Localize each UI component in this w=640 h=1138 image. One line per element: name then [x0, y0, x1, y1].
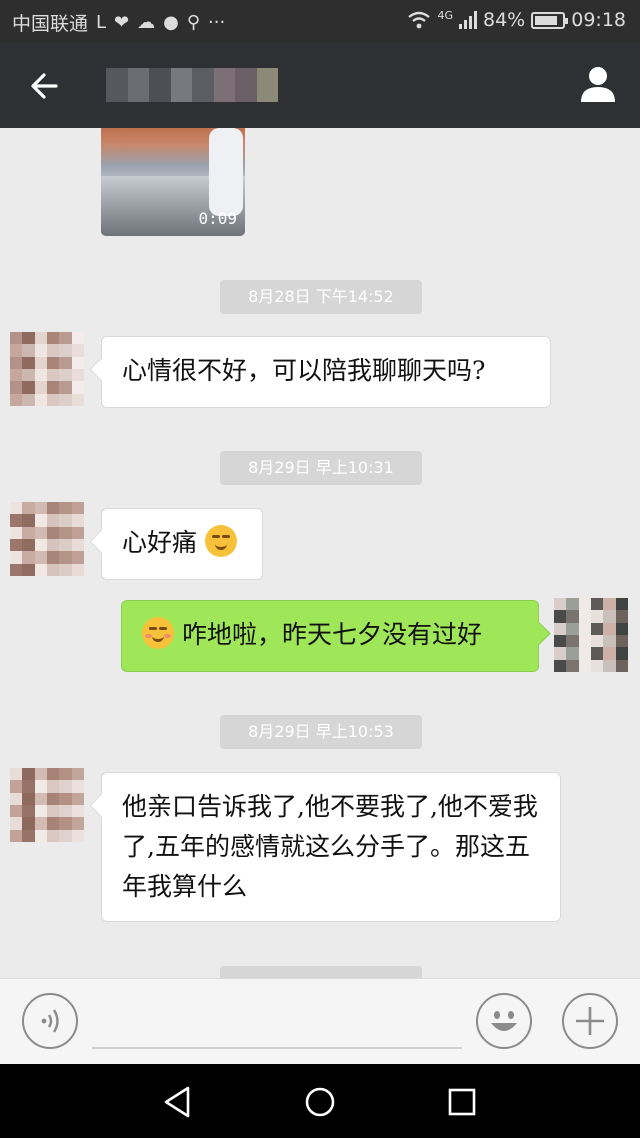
- key-icon: ⚲: [186, 11, 201, 33]
- message-bubble-incoming[interactable]: 心情很不好，可以陪我聊聊天吗?: [101, 336, 551, 408]
- chat-message-list[interactable]: 0:09 8月28日 下午14:52 心情很不好，可以陪我聊聊天吗? 8月29日…: [0, 128, 640, 978]
- triangle-back-icon[interactable]: [158, 1082, 198, 1122]
- message-text: 心情很不好，可以陪我聊聊天吗?: [122, 356, 486, 385]
- timestamp-partial: [220, 966, 422, 978]
- message-input[interactable]: [92, 999, 462, 1049]
- square-recents-icon[interactable]: [442, 1082, 482, 1122]
- carrier-label: 中国联通: [12, 13, 89, 35]
- message-bubble-incoming[interactable]: 心好痛: [101, 508, 263, 580]
- circle-home-icon[interactable]: [300, 1082, 340, 1122]
- video-message[interactable]: 0:09: [101, 128, 245, 236]
- person-icon[interactable]: [578, 64, 618, 104]
- network-label: 4G: [437, 8, 453, 22]
- battery-icon: [531, 11, 569, 29]
- arrow-left-icon[interactable]: [22, 64, 66, 108]
- message-text: 他亲口告诉我了,他不要我了,他不爱我了,五年的感情就这么分手了。那这五年我算什么: [122, 792, 538, 901]
- clock: 09:18: [571, 9, 626, 31]
- message-bubble-incoming[interactable]: 他亲口告诉我了,他不要我了,他不爱我了,五年的感情就这么分手了。那这五年我算什么: [101, 772, 561, 922]
- voice-icon: [41, 1009, 59, 1033]
- plus-icon: [576, 1007, 604, 1035]
- chat-header: [0, 42, 640, 128]
- battery-percent: 84%: [483, 9, 526, 31]
- timestamp: 8月29日 早上10:53: [220, 715, 422, 749]
- wechat-icon: ●: [163, 11, 179, 33]
- timestamp: 8月28日 下午14:52: [220, 280, 422, 314]
- message-text: 咋地啦，昨天七夕没有过好: [181, 620, 482, 649]
- timestamp: 8月29日 早上10:31: [220, 451, 422, 485]
- input-bar: [0, 978, 640, 1064]
- wifi-icon: [408, 11, 431, 29]
- video-duration: 0:09: [198, 209, 237, 228]
- crying-emoji-icon: [204, 525, 237, 557]
- more-options-button[interactable]: [562, 993, 618, 1049]
- blush-emoji-icon: [142, 617, 174, 649]
- network-type-icon: L: [96, 11, 107, 33]
- avatar[interactable]: [10, 502, 84, 576]
- emoji-button[interactable]: [476, 993, 532, 1049]
- avatar-self[interactable]: [554, 598, 628, 672]
- system-nav-bar: [0, 1064, 640, 1138]
- heart-icon: ❤: [114, 11, 130, 33]
- message-bubble-outgoing[interactable]: 咋地啦，昨天七夕没有过好: [121, 600, 539, 672]
- status-bar: 中国联通 L ❤ ☁ ● ⚲ ··· 4G 84% 09:18: [0, 0, 640, 42]
- message-text: 心好痛: [122, 528, 198, 557]
- cloud-icon: ☁: [137, 11, 156, 33]
- avatar[interactable]: [10, 768, 84, 842]
- signal-icon: [459, 11, 477, 29]
- voice-button[interactable]: [22, 993, 78, 1049]
- smiley-icon: [491, 1011, 517, 1031]
- more-icon: ···: [208, 11, 226, 33]
- contact-name-pixelated: [106, 68, 278, 102]
- avatar[interactable]: [10, 332, 84, 406]
